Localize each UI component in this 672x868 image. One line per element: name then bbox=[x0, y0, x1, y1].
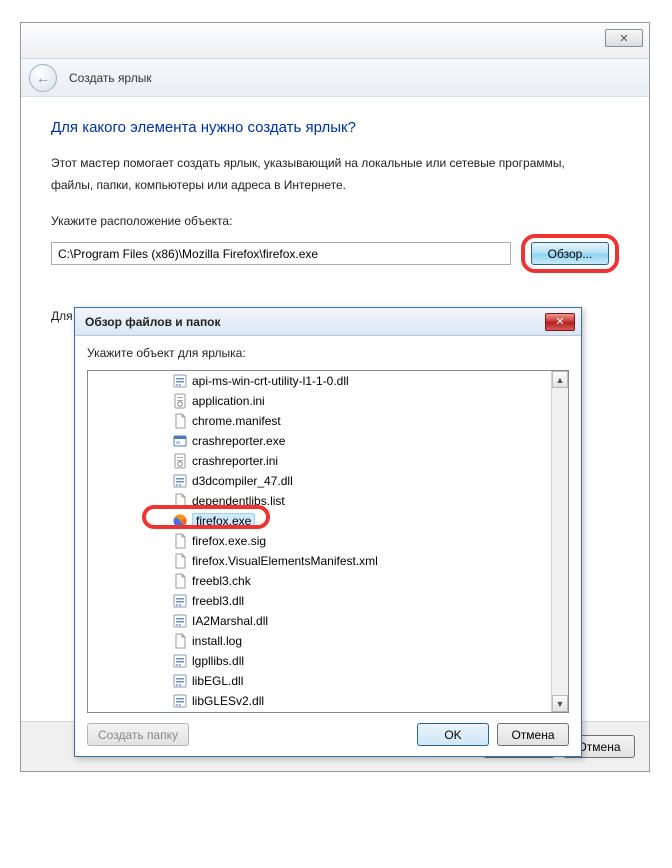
file-item-label: firefox.VisualElementsManifest.xml bbox=[192, 554, 378, 568]
window-close-button[interactable]: ✕ bbox=[605, 29, 643, 47]
file-icon bbox=[172, 573, 188, 589]
dll-icon bbox=[172, 473, 188, 489]
browse-button[interactable]: Обзор... bbox=[531, 242, 609, 265]
file-item-label: freebl3.dll bbox=[192, 594, 244, 608]
close-icon: ✕ bbox=[555, 315, 564, 328]
file-icon bbox=[172, 413, 188, 429]
ok-button[interactable]: OK bbox=[417, 723, 489, 746]
ini-icon bbox=[172, 453, 188, 469]
file-item[interactable]: crashreporter.ini bbox=[88, 451, 551, 471]
file-item-label: install.log bbox=[192, 634, 242, 648]
file-item-label: chrome.manifest bbox=[192, 414, 281, 428]
file-item[interactable]: crashreporter.exe bbox=[88, 431, 551, 451]
browse-cancel-button[interactable]: Отмена bbox=[497, 723, 569, 746]
file-tree: api-ms-win-crt-utility-l1-1-0.dll applica… bbox=[87, 370, 569, 713]
file-item[interactable]: d3dcompiler_47.dll bbox=[88, 471, 551, 491]
file-item[interactable]: firefox.exe.sig bbox=[88, 531, 551, 551]
file-tree-inner[interactable]: api-ms-win-crt-utility-l1-1-0.dll applica… bbox=[88, 371, 551, 712]
file-item[interactable]: maintenanceservice.exe bbox=[88, 711, 551, 712]
close-icon: ✕ bbox=[619, 32, 628, 45]
file-item[interactable]: IA2Marshal.dll bbox=[88, 611, 551, 631]
arrow-left-icon: ← bbox=[36, 70, 50, 86]
location-input[interactable] bbox=[51, 242, 511, 265]
file-item[interactable]: firefox.VisualElementsManifest.xml bbox=[88, 551, 551, 571]
dll-icon bbox=[172, 613, 188, 629]
file-item[interactable]: chrome.manifest bbox=[88, 411, 551, 431]
file-icon bbox=[172, 533, 188, 549]
dll-icon bbox=[172, 693, 188, 709]
file-item[interactable]: libEGL.dll bbox=[88, 671, 551, 691]
file-item-label: crashreporter.ini bbox=[192, 454, 278, 468]
browse-prompt: Укажите объект для ярлыка: bbox=[87, 346, 569, 360]
file-item[interactable]: install.log bbox=[88, 631, 551, 651]
file-item-label: application.ini bbox=[192, 394, 265, 408]
outer-titlebar: ✕ bbox=[21, 23, 649, 59]
browse-titlebar: Обзор файлов и папок ✕ bbox=[75, 308, 581, 336]
new-folder-button[interactable]: Создать папку bbox=[87, 723, 189, 746]
file-item-label: lgpllibs.dll bbox=[192, 654, 244, 668]
file-item[interactable]: application.ini bbox=[88, 391, 551, 411]
file-item-label: libGLESv2.dll bbox=[192, 694, 264, 708]
ini-icon bbox=[172, 393, 188, 409]
file-item[interactable]: api-ms-win-crt-utility-l1-1-0.dll bbox=[88, 371, 551, 391]
file-item[interactable]: lgpllibs.dll bbox=[88, 651, 551, 671]
wizard-title: Создать ярлык bbox=[69, 71, 152, 85]
file-item-label: d3dcompiler_47.dll bbox=[192, 474, 293, 488]
browse-body: Укажите объект для ярлыка: api-ms-win-cr… bbox=[75, 336, 581, 756]
wizard-header: ← Создать ярлык bbox=[21, 59, 649, 97]
file-item-label: api-ms-win-crt-utility-l1-1-0.dll bbox=[192, 374, 349, 388]
dll-icon bbox=[172, 373, 188, 389]
back-button[interactable]: ← bbox=[29, 64, 57, 92]
file-icon bbox=[172, 633, 188, 649]
scroll-up-button[interactable]: ▲ bbox=[552, 371, 568, 388]
file-item[interactable]: freebl3.dll bbox=[88, 591, 551, 611]
file-item-label: firefox.exe.sig bbox=[192, 534, 266, 548]
selected-file-highlight bbox=[142, 505, 270, 529]
scroll-down-button[interactable]: ▼ bbox=[552, 695, 568, 712]
file-item-label: IA2Marshal.dll bbox=[192, 614, 268, 628]
exe-icon bbox=[172, 433, 188, 449]
wizard-heading: Для какого элемента нужно создать ярлык? bbox=[51, 119, 619, 136]
browse-footer: Создать папку OK Отмена bbox=[87, 713, 569, 746]
wizard-desc-line2: файлы, папки, компьютеры или адреса в Ин… bbox=[51, 176, 619, 194]
location-row: Обзор... bbox=[51, 234, 619, 273]
browse-highlight: Обзор... bbox=[521, 234, 619, 273]
dll-icon bbox=[172, 593, 188, 609]
wizard-desc-line1: Этот мастер помогает создать ярлык, указ… bbox=[51, 154, 619, 172]
file-icon bbox=[172, 553, 188, 569]
browse-close-button[interactable]: ✕ bbox=[545, 313, 575, 331]
file-item-label: crashreporter.exe bbox=[192, 434, 285, 448]
file-item-label: libEGL.dll bbox=[192, 674, 243, 688]
dll-icon bbox=[172, 673, 188, 689]
browse-dialog: Обзор файлов и папок ✕ Укажите объект дл… bbox=[74, 307, 582, 757]
file-item-label: freebl3.chk bbox=[192, 574, 251, 588]
file-item[interactable]: libGLESv2.dll bbox=[88, 691, 551, 711]
file-item[interactable]: freebl3.chk bbox=[88, 571, 551, 591]
scrollbar[interactable]: ▲ ▼ bbox=[551, 371, 568, 712]
location-label: Укажите расположение объекта: bbox=[51, 212, 619, 230]
browse-title: Обзор файлов и папок bbox=[85, 315, 221, 329]
dll-icon bbox=[172, 653, 188, 669]
